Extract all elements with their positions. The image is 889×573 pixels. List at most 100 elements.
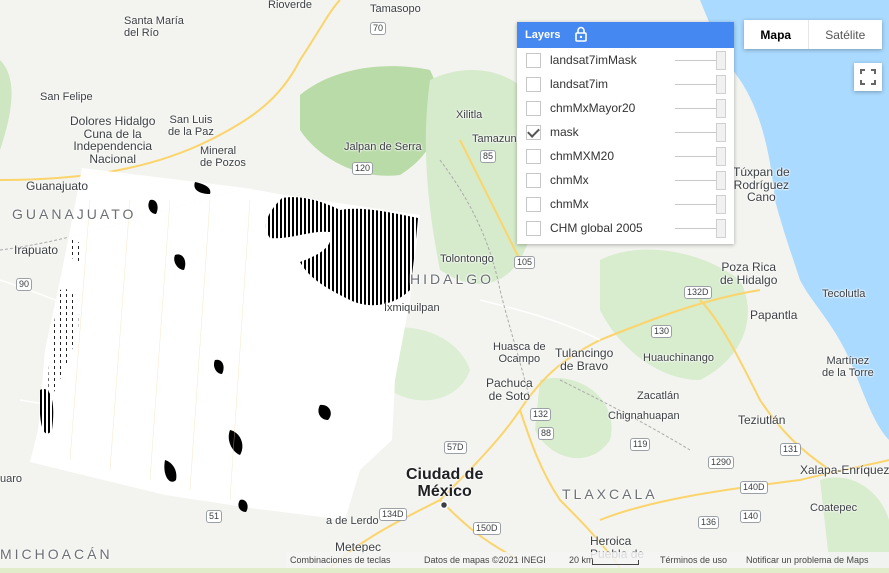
scale-bar	[592, 560, 639, 565]
map-footer: Combinaciones de teclas Datos de mapas ©…	[286, 552, 889, 568]
place-santa-maria: Santa María del Río	[124, 15, 184, 39]
layer-label: chmMx	[550, 173, 589, 187]
layers-panel-header: Layers	[517, 22, 734, 48]
layer-label: chmMXM20	[550, 149, 615, 163]
layers-panel-title: Layers	[525, 29, 561, 41]
place-lerdo: a de Lerdo	[326, 515, 379, 527]
state-guanajuato: GUANAJUATO	[12, 206, 137, 222]
layer-checkbox[interactable]	[526, 148, 541, 164]
mexico-city-marker	[439, 500, 449, 510]
highway-shield: 85	[480, 150, 497, 163]
bottom-strip	[0, 568, 889, 573]
highway-shield: 140	[740, 510, 762, 523]
place-coatepec: Coatepec	[810, 502, 858, 514]
place-tamazunchale: Tamazun	[472, 133, 517, 145]
report-problem-link[interactable]: Notificar un problema de Maps	[746, 555, 869, 565]
place-irapuato: Irapuato	[14, 243, 59, 257]
opacity-slider-handle[interactable]	[716, 75, 726, 94]
highway-shield: 90	[16, 278, 33, 291]
layer-label: mask	[550, 125, 579, 139]
place-san-felipe: San Felipe	[40, 91, 93, 103]
highway-shield: 105	[514, 256, 536, 269]
place-pachuca: Pachuca de Soto	[486, 376, 533, 403]
layer-row[interactable]: mask	[517, 120, 734, 144]
map-type-control: Mapa Satélite	[744, 20, 882, 49]
layer-checkbox-checked[interactable]	[526, 124, 541, 140]
map-canvas[interactable]: Santa María del Río Rioverde Tamasopo Sa…	[0, 0, 889, 568]
place-guanajuato: Guanajuato	[26, 179, 89, 193]
opacity-slider-handle[interactable]	[716, 171, 726, 190]
opacity-slider-handle[interactable]	[716, 195, 726, 214]
place-mineral-pozos: Mineral de Pozos	[200, 145, 246, 169]
lock-icon[interactable]	[574, 26, 588, 45]
map-type-satellite-button[interactable]: Satélite	[809, 20, 882, 49]
fullscreen-icon	[860, 69, 876, 85]
scale-label[interactable]: 20 km	[569, 555, 594, 565]
opacity-slider-handle[interactable]	[716, 219, 726, 238]
keyboard-shortcuts-link[interactable]: Combinaciones de teclas	[290, 555, 391, 565]
terms-link[interactable]: Términos de uso	[660, 555, 727, 565]
layer-label: CHM global 2005	[550, 221, 643, 235]
map-type-map-button[interactable]: Mapa	[744, 20, 809, 49]
highway-shield: 120	[352, 162, 374, 175]
place-poza-rica: Poza Rica de Hidalgo	[720, 260, 778, 287]
map-attribution: Datos de mapas ©2021 INEGI	[424, 555, 546, 565]
layer-checkbox[interactable]	[526, 100, 541, 116]
highway-shield: 130	[651, 325, 673, 338]
place-ciudad-de-mexico: Ciudad de México	[406, 466, 484, 500]
layer-row[interactable]: chmMx	[517, 168, 734, 192]
opacity-slider-handle[interactable]	[716, 99, 726, 118]
highway-shield: 119	[630, 438, 651, 451]
layer-row[interactable]: landsat7imMask	[517, 48, 734, 72]
layer-checkbox[interactable]	[526, 220, 541, 236]
layer-checkbox[interactable]	[526, 172, 541, 188]
place-papantla: Papantla	[750, 308, 798, 322]
place-jalpan: Jalpan de Serra	[344, 141, 422, 153]
highway-shield: 1290	[708, 456, 735, 469]
highway-shield: 131	[780, 443, 802, 456]
layer-row[interactable]: chmMx	[517, 192, 734, 216]
place-xalapa: Xalapa-Enríquez	[800, 463, 889, 477]
layer-checkbox[interactable]	[526, 52, 541, 68]
place-san-luis-paz: San Luis de la Paz	[168, 114, 214, 138]
place-xilitla: Xilitla	[456, 109, 483, 121]
highway-shield: 132	[530, 408, 552, 421]
layer-row[interactable]: chmMxMayor20	[517, 96, 734, 120]
place-ixmiquilpan: Ixmiquilpan	[384, 302, 440, 314]
place-teziutlan: Teziutlán	[738, 413, 786, 427]
opacity-slider-handle[interactable]	[716, 51, 726, 70]
highway-shield: 88	[538, 427, 555, 440]
layers-list: landsat7imMask landsat7im chmMxMayor20 m…	[517, 48, 734, 240]
layer-label: chmMx	[550, 197, 589, 211]
state-tlaxcala: TLAXCALA	[562, 486, 658, 502]
state-hidalgo: HIDALGO	[410, 271, 495, 287]
layer-row[interactable]: landsat7im	[517, 72, 734, 96]
layer-label: chmMxMayor20	[550, 101, 636, 115]
opacity-slider-handle[interactable]	[716, 123, 726, 142]
highway-shield: 57D	[444, 441, 467, 454]
layer-checkbox[interactable]	[526, 196, 541, 212]
place-tulancingo: Tulancingo de Bravo	[555, 346, 614, 373]
highway-shield: 140D	[740, 481, 768, 494]
layer-label: landsat7imMask	[550, 53, 637, 67]
highway-shield: 51	[206, 510, 223, 523]
layer-label: landsat7im	[550, 77, 609, 91]
fullscreen-button[interactable]	[854, 63, 882, 91]
highway-shield: 134D	[379, 508, 407, 521]
place-rioverde: Rioverde	[268, 0, 313, 11]
opacity-slider-handle[interactable]	[716, 147, 726, 166]
place-martinez: Martínez de la Torre	[822, 355, 874, 379]
highway-shield: 136	[698, 516, 720, 529]
place-tuxpan: Túxpan de Rodríguez Cano	[733, 165, 790, 205]
layer-row[interactable]: chmMXM20	[517, 144, 734, 168]
layer-checkbox[interactable]	[526, 76, 541, 92]
place-zacatlan: Zacatlán	[637, 390, 680, 402]
place-tamasopo: Tamasopo	[370, 3, 421, 15]
state-michoacan: MICHOACÁN	[0, 546, 113, 562]
place-dolores-hidalgo: Dolores Hidalgo Cuna de la Independencia…	[70, 114, 156, 166]
place-tecolutla: Tecolutla	[822, 288, 866, 300]
place-chignahuapan: Chignahuapan	[608, 410, 680, 422]
highway-shield: 132D	[684, 286, 712, 299]
place-tolontongo: Tolontongo	[440, 253, 494, 265]
layer-row[interactable]: CHM global 2005	[517, 216, 734, 240]
